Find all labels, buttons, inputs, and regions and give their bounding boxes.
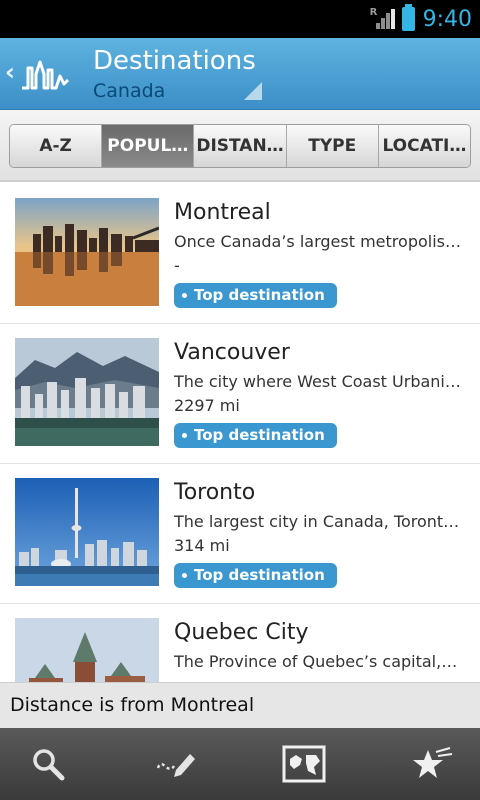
search-icon [33, 749, 65, 781]
favorites-star-icon [413, 747, 453, 778]
map-icon [282, 745, 326, 783]
tab-type[interactable]: TYPE [286, 125, 379, 167]
top-destination-badge: Top destination [174, 283, 337, 308]
distance-info-bar: Distance is from Montreal [0, 682, 480, 728]
signal-icon: R [369, 7, 395, 31]
list-item-vancouver[interactable]: Vancouver The city where West Coast Urba… [0, 324, 480, 464]
search-button[interactable] [0, 728, 96, 800]
draw-route-button[interactable] [128, 728, 224, 800]
filter-tabs: A-Z POPUL… DISTAN… TYPE LOCATI… [9, 124, 471, 168]
tab-popularity[interactable]: POPUL… [102, 125, 195, 167]
list-item-montreal[interactable]: Montreal Once Canada’s largest metropoli… [0, 184, 480, 324]
destination-distance: 2297 mi [174, 396, 240, 415]
destination-name: Vancouver [174, 340, 290, 365]
list-item-toronto[interactable]: Toronto The largest city in Canada, Toro… [0, 464, 480, 604]
favorites-button[interactable] [384, 728, 480, 800]
destination-description: Once Canada’s largest metropolis,… [174, 232, 466, 251]
filter-tab-strip: A-Z POPUL… DISTAN… TYPE LOCATI… [0, 110, 480, 182]
status-bar: R 9:40 [0, 0, 480, 38]
tab-a-z[interactable]: A-Z [10, 125, 103, 167]
page-title: Destinations [93, 46, 256, 76]
destination-description: The city where West Coast Urbanis… [174, 372, 466, 391]
destination-name: Toronto [174, 480, 256, 505]
destination-distance: - [174, 256, 180, 275]
destination-list[interactable]: Montreal Once Canada’s largest metropoli… [0, 184, 480, 682]
tab-distance[interactable]: DISTAN… [194, 125, 287, 167]
dropdown-indicator-icon[interactable] [244, 82, 262, 100]
toronto-thumbnail [15, 478, 159, 586]
status-icons: R 9:40 [370, 0, 472, 38]
app-header: ‹ Destinations Canada [0, 38, 480, 110]
distance-info-text: Distance is from Montreal [10, 694, 255, 716]
status-clock: 9:40 [422, 6, 472, 32]
list-item-quebec-city[interactable]: Quebec City The Province of Quebec’s cap… [0, 604, 480, 682]
map-button[interactable] [256, 728, 352, 800]
destination-description: The largest city in Canada, Toronto… [174, 512, 466, 531]
quebec-city-thumbnail [15, 618, 159, 682]
bottom-action-bar [0, 728, 480, 800]
top-destination-badge: Top destination [174, 563, 337, 588]
skyline-logo-icon[interactable] [20, 54, 70, 94]
roaming-indicator: R [369, 7, 378, 18]
region-selector[interactable]: Canada [93, 80, 165, 102]
vancouver-thumbnail [15, 338, 159, 446]
destination-name: Quebec City [174, 620, 309, 645]
battery-icon [401, 4, 415, 31]
destination-distance: 314 mi [174, 536, 230, 555]
destination-name: Montreal [174, 200, 271, 225]
chevron-left-icon[interactable]: ‹ [5, 58, 15, 86]
top-destination-badge: Top destination [174, 423, 337, 448]
tab-location[interactable]: LOCATI… [378, 125, 470, 167]
montreal-thumbnail [15, 198, 159, 306]
destination-description: The Province of Quebec’s capital,… [174, 652, 458, 671]
draw-route-icon [156, 754, 195, 777]
